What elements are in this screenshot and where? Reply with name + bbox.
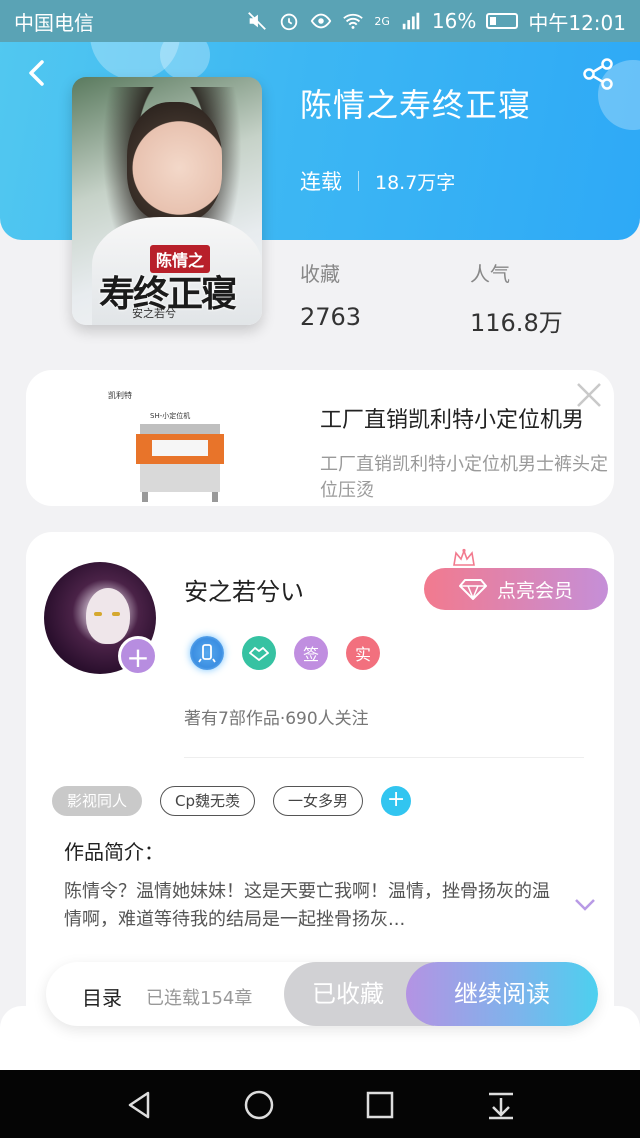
toc-button[interactable]: 目录 [82,982,122,1011]
eye-icon [311,13,332,29]
status-bar: 中国电信 2G 16% 中午12:01 [0,0,640,42]
battery-icon [486,13,519,29]
tag-item[interactable]: Cp魏无羡 [160,786,256,816]
share-icon[interactable] [580,56,616,92]
book-title: 陈情之寿终正寝 [300,86,532,124]
intro-label: 作品简介： [64,840,164,864]
diamond-icon [458,579,487,600]
popularity-label: 人气 [470,262,510,286]
crown-icon [453,548,475,566]
action-bar: 目录 已连载154章 已收藏 继续阅读 [46,962,598,1026]
collect-label: 收藏 [300,262,340,286]
ad-image: 凯利特 SH-小定位机 [108,390,224,502]
word-count: 18.7万字 [375,171,456,194]
popularity-stat: 人气 116.8万 [470,258,563,338]
popularity-value: 116.8万 [470,309,563,337]
book-cover[interactable]: 陈情之 寿终正寝 安之若兮 [72,77,262,325]
book-meta: 连载 18.7万字 [300,166,455,196]
follow-plus-button[interactable]: + [118,636,158,676]
nav-notification-icon[interactable] [484,1088,518,1122]
nav-home-icon[interactable] [242,1088,276,1122]
chevron-down-icon[interactable] [574,898,596,912]
author-name[interactable]: 安之若兮い [184,572,304,607]
ad-banner[interactable]: 凯利特 SH-小定位机 工厂直销凯利特小定位机男 工厂直销凯利特小定位机男士裤头… [26,370,614,506]
collect-value: 2763 [300,303,362,331]
signed-badge[interactable]: 签 [294,636,328,670]
collect-stat: 收藏 2763 [300,258,361,331]
author-stats: 著有7部作品·690人关注 [184,709,369,729]
continue-reading-button[interactable]: 继续阅读 [406,962,598,1026]
clock: 中午12:01 [528,10,626,35]
book-status: 连载 [300,170,342,194]
nav-recent-icon[interactable] [363,1088,397,1122]
chapter-count: 已连载154章 [146,988,253,1009]
wifi-icon [343,13,364,29]
medal-badge-icon[interactable] [190,636,224,670]
cover-author: 安之若兮 [132,307,176,320]
add-tag-button[interactable]: + [381,786,412,816]
meta-divider [358,171,359,191]
ad-image-model: SH-小定位机 [150,411,190,420]
nav-back-icon[interactable] [122,1088,156,1122]
ad-title: 工厂直销凯利特小定位机男 [320,408,585,433]
divider [184,757,584,758]
tag-item[interactable]: 一女多男 [273,786,364,816]
tag-list: 影视同人 Cp魏无羡 一女多男 + [52,786,412,816]
battery-percent: 16% [431,9,477,33]
intro-text: 陈情令？温情她妹妹！这是天要亡我啊！温情，挫骨扬灰的温情啊，难道等待我的结局是一… [64,881,550,930]
ad-image-brand: 凯利特 [108,390,132,400]
handshake-badge-icon[interactable] [242,636,276,670]
carrier-label: 中国电信 [14,10,94,35]
vip-label: 点亮会员 [496,579,573,602]
signal-icon [402,12,420,30]
vip-button[interactable]: 点亮会员 [424,568,608,610]
verified-badge[interactable]: 实 [346,636,380,670]
alarm-icon [281,13,298,31]
author-badges: 签 实 [190,636,380,670]
mute-icon [248,12,267,30]
system-nav-bar [0,1070,640,1138]
back-icon[interactable] [22,58,52,88]
network-type: 2G [374,14,390,28]
tag-item[interactable]: 影视同人 [52,786,143,816]
ad-description: 工厂直销凯利特小定位机男士裤头定位压烫 [320,454,608,501]
